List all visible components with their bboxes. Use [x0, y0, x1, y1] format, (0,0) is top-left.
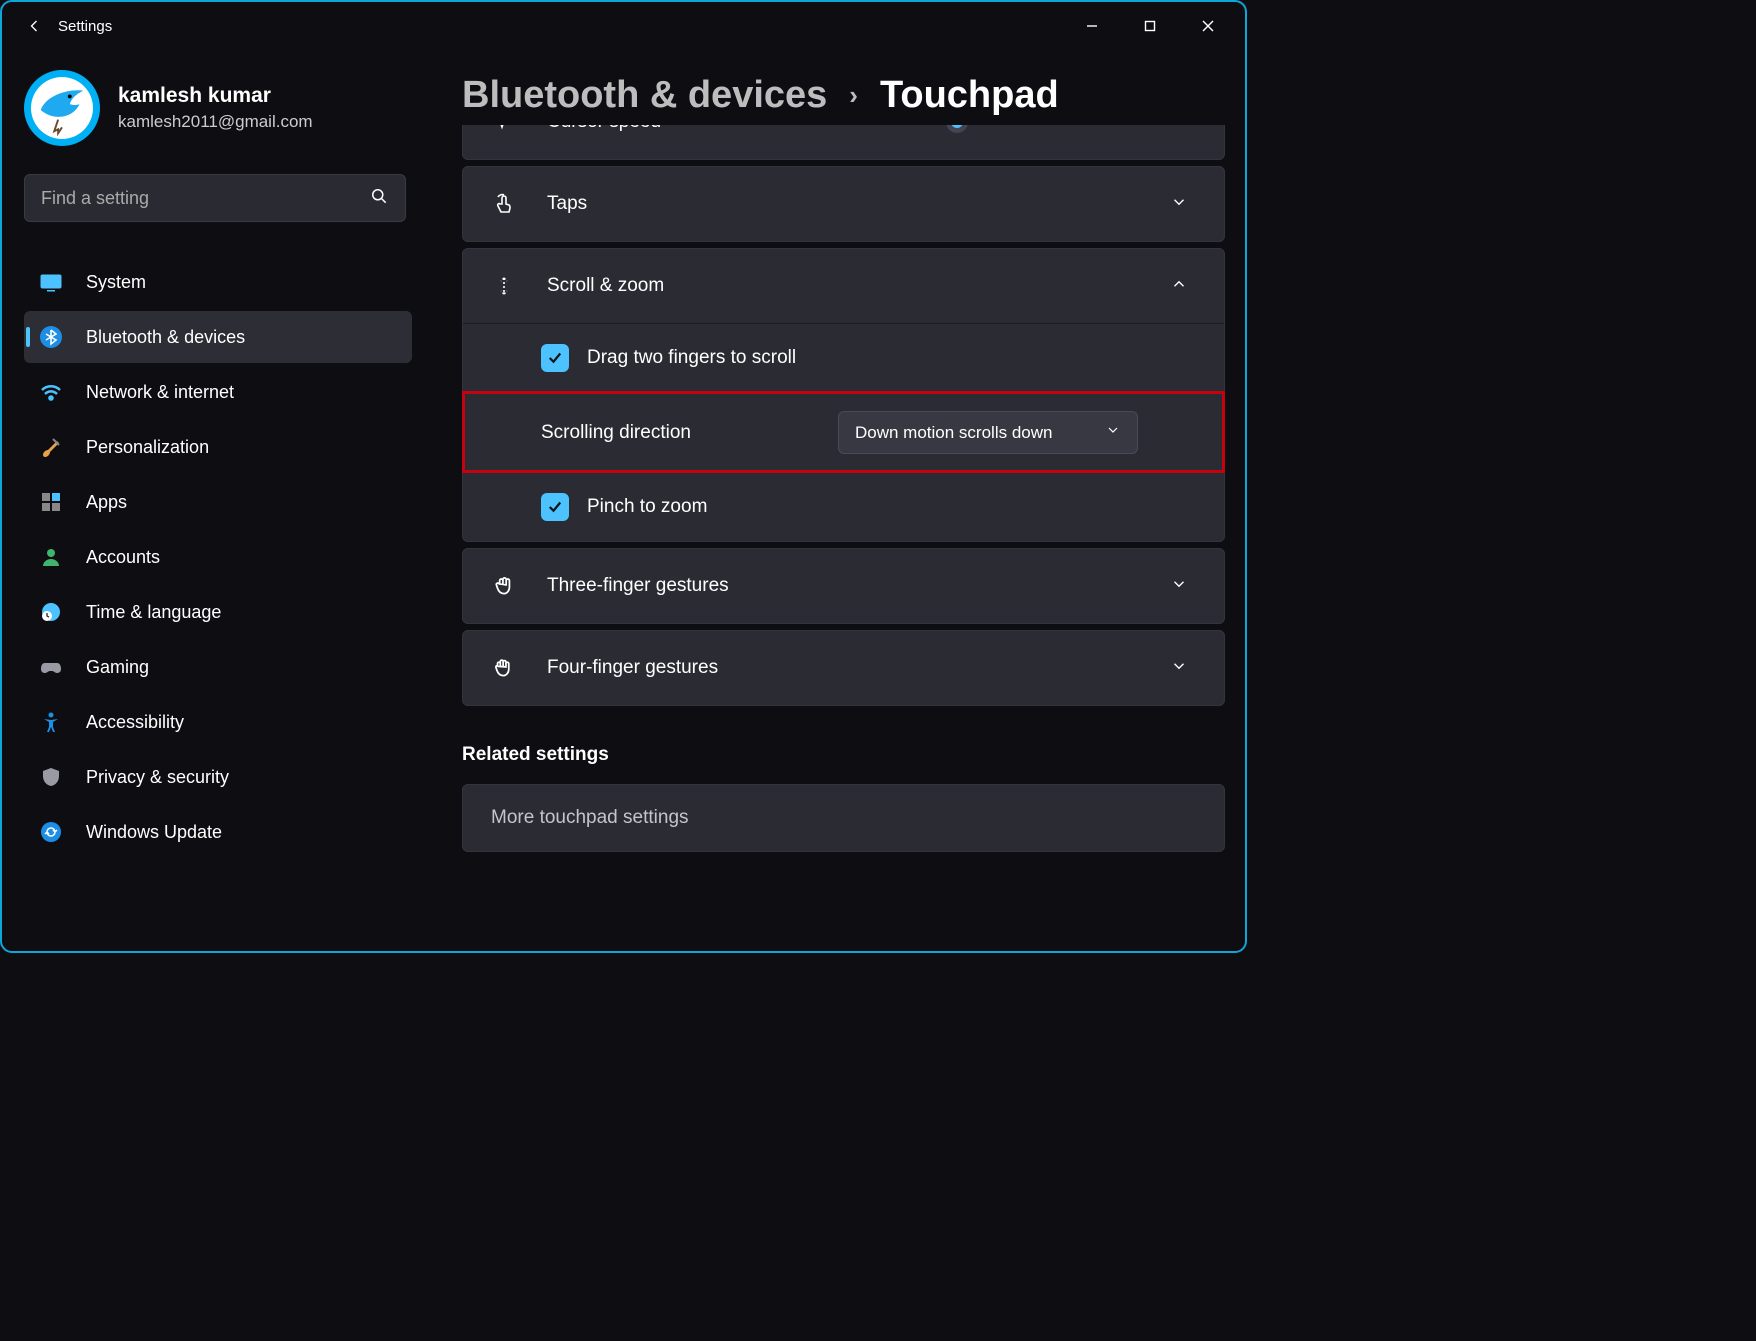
panel-taps[interactable]: Taps [462, 166, 1225, 242]
profile-block[interactable]: kamlesh kumar kamlesh2011@gmail.com [24, 70, 412, 146]
window-controls [1063, 6, 1237, 46]
search-box[interactable] [24, 174, 406, 222]
more-touchpad-label: More touchpad settings [491, 807, 689, 828]
nav-gaming[interactable]: Gaming [24, 641, 412, 693]
panel-more-touchpad[interactable]: More touchpad settings [462, 784, 1225, 852]
accessibility-icon [38, 709, 64, 735]
profile-name: kamlesh kumar [118, 84, 313, 108]
panel-four-finger[interactable]: Four-finger gestures [462, 630, 1225, 706]
nav-time[interactable]: Time & language [24, 586, 412, 638]
nav-label: Apps [86, 492, 127, 513]
nav-system[interactable]: System [24, 256, 412, 308]
gamepad-icon [38, 654, 64, 680]
scrolling-direction-dropdown[interactable]: Down motion scrolls down [838, 411, 1138, 454]
slider-thumb[interactable] [946, 125, 968, 133]
cursor-icon [491, 125, 517, 135]
nav-update[interactable]: Windows Update [24, 806, 412, 858]
checkbox-drag-two[interactable] [541, 344, 569, 372]
nav: System Bluetooth & devices Network & int… [24, 256, 412, 858]
panel-three-finger[interactable]: Three-finger gestures [462, 548, 1225, 624]
nav-bluetooth[interactable]: Bluetooth & devices [24, 311, 412, 363]
tap-icon [491, 191, 517, 217]
close-button[interactable] [1179, 6, 1237, 46]
four-finger-icon [491, 655, 517, 681]
shield-icon [38, 764, 64, 790]
row-pinch-zoom[interactable]: Pinch to zoom [463, 472, 1224, 541]
row-label: Drag two fingers to scroll [587, 347, 1196, 369]
search-icon [369, 186, 389, 211]
chevron-down-icon [1105, 422, 1121, 443]
nav-label: Accounts [86, 547, 160, 568]
search-input[interactable] [41, 188, 369, 209]
nav-personalization[interactable]: Personalization [24, 421, 412, 473]
titlebar: Settings [2, 2, 1245, 50]
panel-title: Taps [547, 193, 1140, 215]
panel-scroll-zoom-header[interactable]: Scroll & zoom [463, 249, 1224, 323]
related-settings-heading: Related settings [462, 744, 1225, 766]
three-finger-icon [491, 573, 517, 599]
chevron-down-icon [1170, 657, 1188, 680]
nav-label: Time & language [86, 602, 221, 623]
person-icon [38, 544, 64, 570]
nav-apps[interactable]: Apps [24, 476, 412, 528]
row-scrolling-direction: Scrolling direction Down motion scrolls … [463, 392, 1224, 472]
chevron-down-icon [1170, 193, 1188, 216]
nav-network[interactable]: Network & internet [24, 366, 412, 418]
bluetooth-icon [38, 324, 64, 350]
profile-email: kamlesh2011@gmail.com [118, 112, 313, 132]
chevron-up-icon [1170, 275, 1188, 298]
scroll-icon [491, 273, 517, 299]
nav-label: Gaming [86, 657, 149, 678]
apps-icon [38, 489, 64, 515]
brush-icon [38, 434, 64, 460]
panel-cursor-speed: Cursor speed [462, 125, 1225, 160]
nav-label: Privacy & security [86, 767, 229, 788]
row-drag-two-fingers[interactable]: Drag two fingers to scroll [463, 324, 1224, 392]
nav-label: Windows Update [86, 822, 222, 843]
breadcrumb-parent[interactable]: Bluetooth & devices [462, 74, 827, 117]
sidebar: kamlesh kumar kamlesh2011@gmail.com Syst… [2, 50, 426, 951]
chevron-down-icon [1170, 575, 1188, 598]
panel-title: Four-finger gestures [547, 657, 1140, 679]
nav-label: Personalization [86, 437, 209, 458]
nav-label: Network & internet [86, 382, 234, 403]
panel-title: Three-finger gestures [547, 575, 1140, 597]
avatar [24, 70, 100, 146]
maximize-button[interactable] [1121, 6, 1179, 46]
back-button[interactable] [10, 2, 58, 50]
main-content: Bluetooth & devices › Touchpad Cursor sp… [426, 50, 1245, 951]
app-title: Settings [58, 18, 112, 35]
nav-privacy[interactable]: Privacy & security [24, 751, 412, 803]
nav-label: Bluetooth & devices [86, 327, 245, 348]
panel-title: Scroll & zoom [547, 275, 1140, 297]
row-label: Pinch to zoom [587, 496, 1196, 518]
update-icon [38, 819, 64, 845]
chevron-right-icon: › [849, 80, 858, 111]
panel-title: Cursor speed [547, 125, 661, 133]
system-icon [38, 269, 64, 295]
nav-accounts[interactable]: Accounts [24, 531, 412, 583]
clock-globe-icon [38, 599, 64, 625]
dropdown-value: Down motion scrolls down [855, 423, 1052, 443]
row-label: Scrolling direction [541, 422, 820, 444]
wifi-icon [38, 379, 64, 405]
nav-label: Accessibility [86, 712, 184, 733]
panel-scroll-zoom: Scroll & zoom Drag two fingers to scroll… [462, 248, 1225, 542]
minimize-button[interactable] [1063, 6, 1121, 46]
page-title: Touchpad [880, 74, 1059, 117]
nav-label: System [86, 272, 146, 293]
checkbox-pinch[interactable] [541, 493, 569, 521]
nav-accessibility[interactable]: Accessibility [24, 696, 412, 748]
breadcrumb: Bluetooth & devices › Touchpad [462, 74, 1225, 117]
